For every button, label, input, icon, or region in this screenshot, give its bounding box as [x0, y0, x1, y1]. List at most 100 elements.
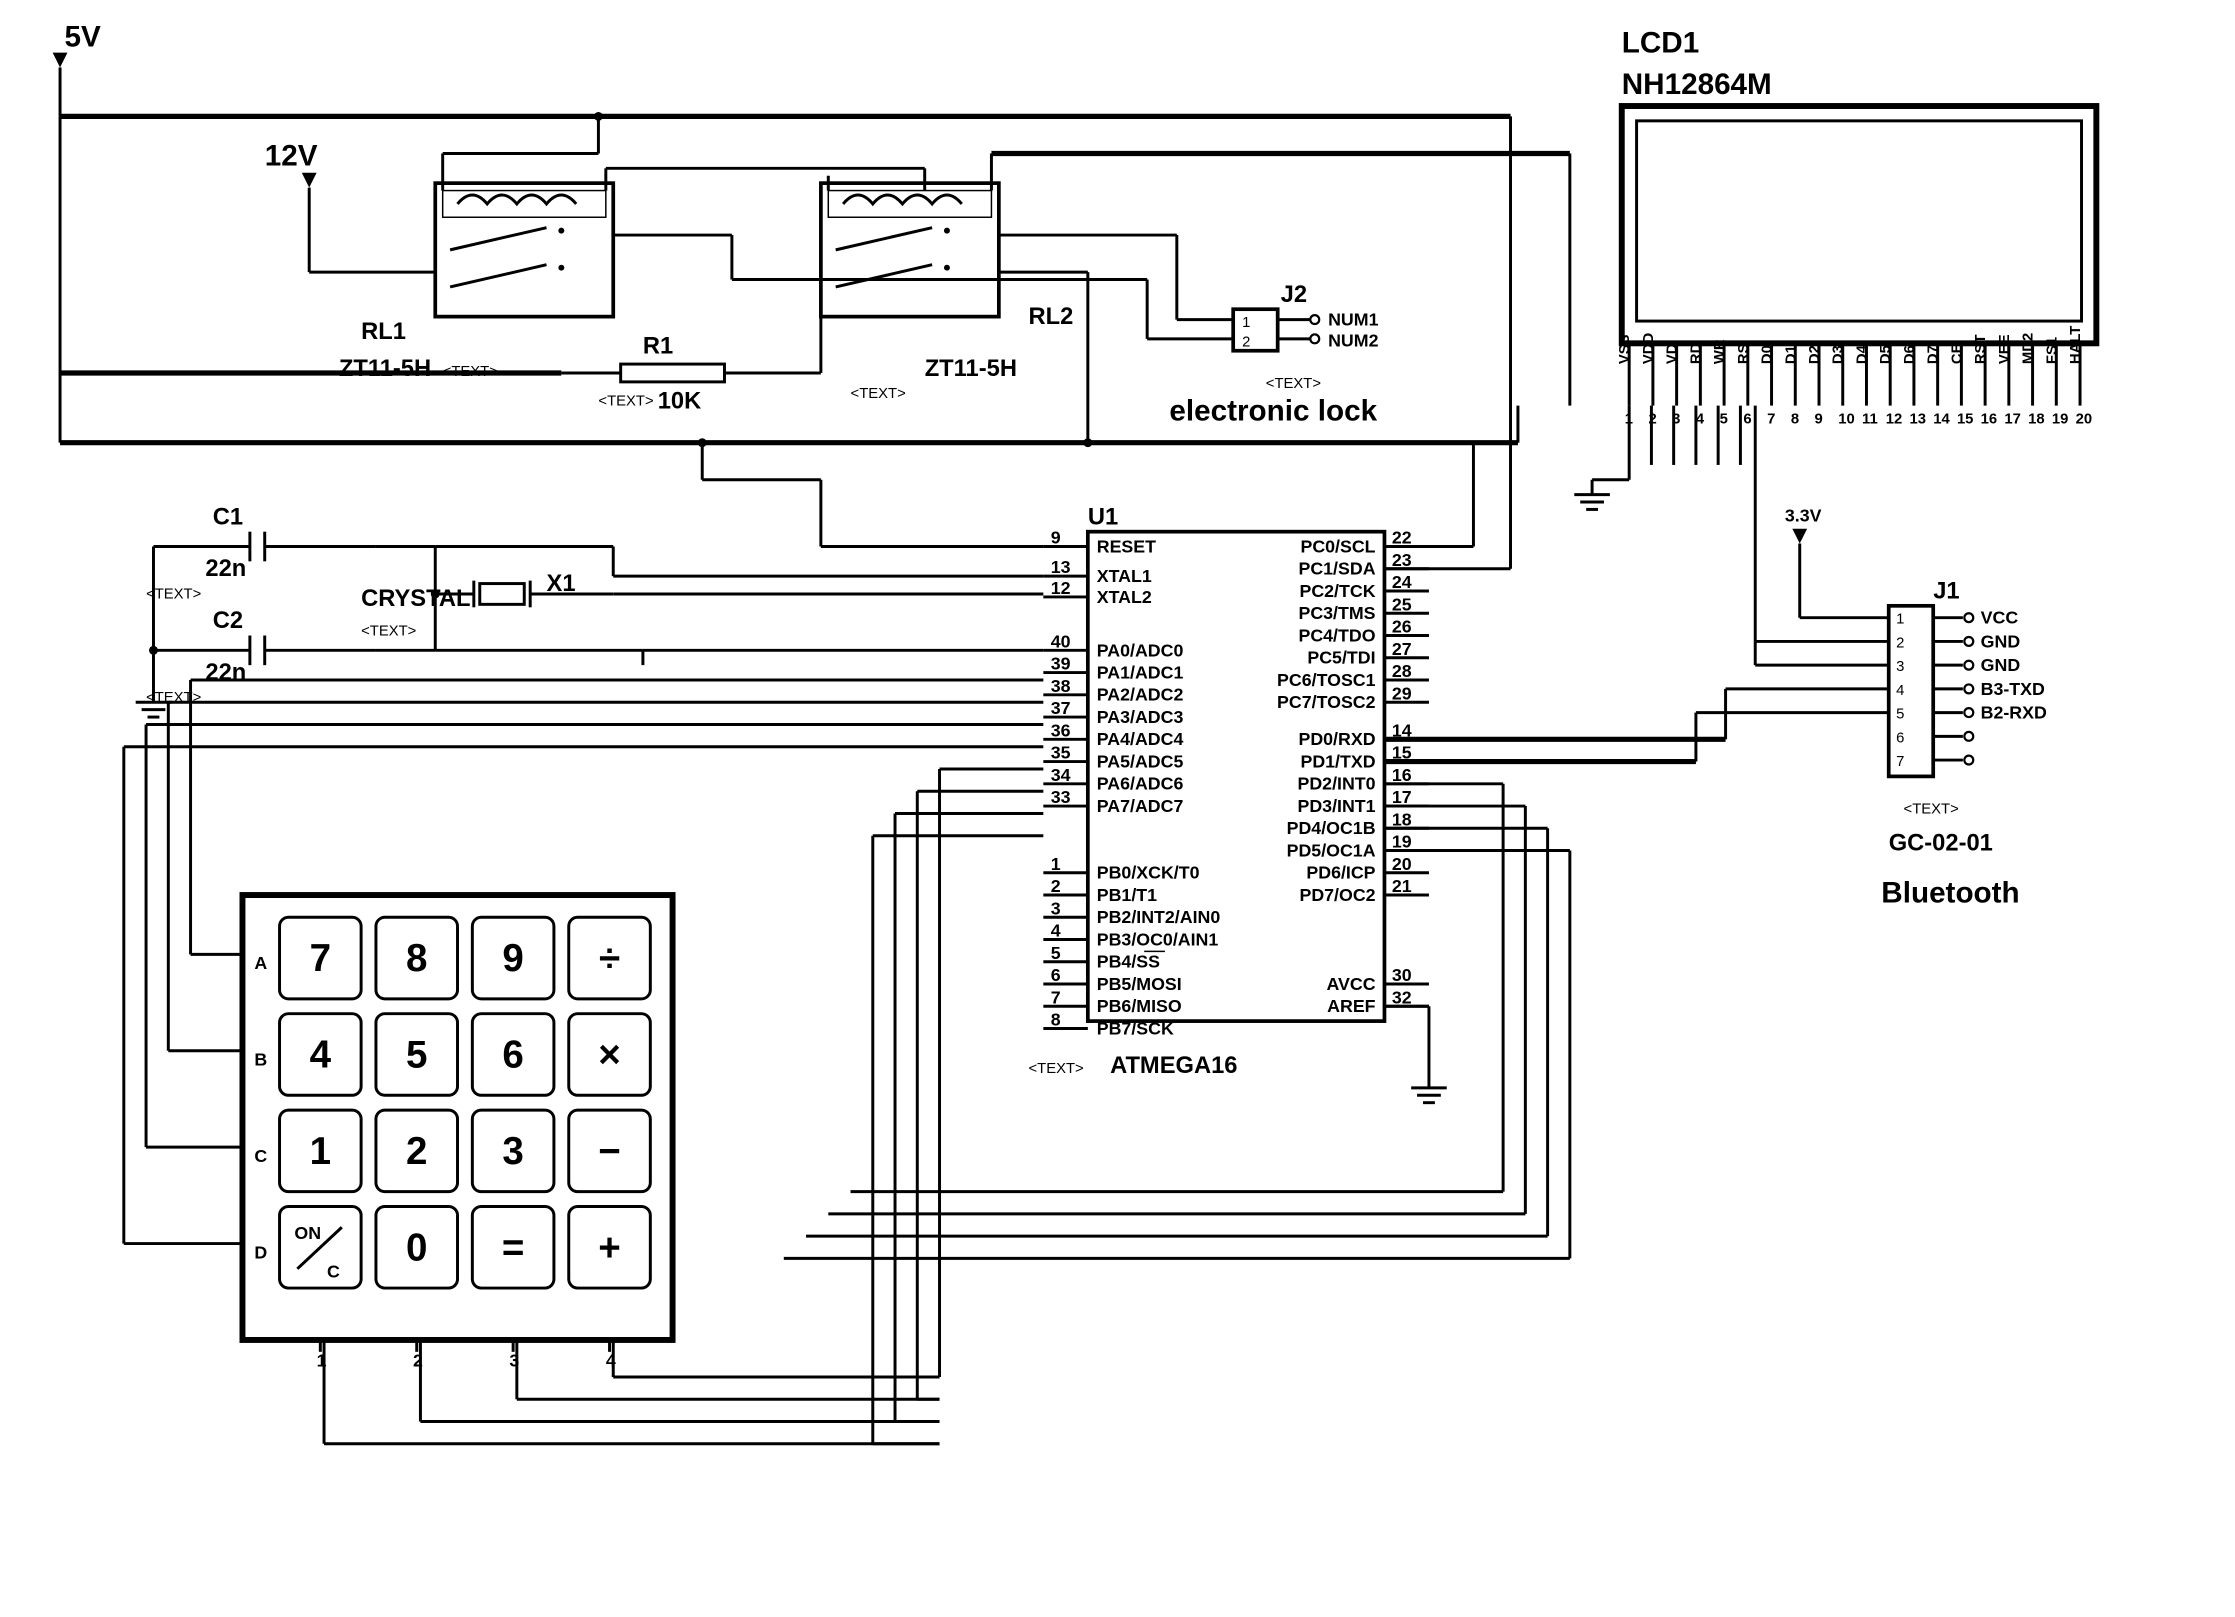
svg-text:2: 2 — [1051, 876, 1061, 896]
svg-text:VDD: VDD — [1641, 332, 1657, 364]
keypad: 789÷456×123−ONC0=+ A B C D 1 2 3 4 — [242, 895, 672, 1371]
svg-text:8: 8 — [406, 937, 427, 980]
svg-text:D0: D0 — [1760, 345, 1776, 364]
svg-text:PC1/SDA: PC1/SDA — [1298, 559, 1375, 579]
svg-text:VD: VD — [1665, 343, 1681, 364]
svg-text:23: 23 — [1392, 550, 1412, 570]
svg-text:WR: WR — [1712, 339, 1728, 364]
svg-text:22n: 22n — [205, 660, 246, 686]
svg-text:9: 9 — [1051, 528, 1061, 548]
svg-text:24: 24 — [1392, 572, 1412, 592]
svg-text:PC7/TOSC2: PC7/TOSC2 — [1277, 692, 1376, 712]
svg-text:6: 6 — [1051, 965, 1061, 985]
svg-text:3: 3 — [1051, 898, 1061, 918]
svg-text:PD0/RXD: PD0/RXD — [1298, 729, 1375, 749]
relay-rl2: RL2 ZT11-5H <TEXT> — [821, 183, 1073, 402]
svg-text:9: 9 — [1815, 411, 1823, 427]
svg-text:12V: 12V — [265, 139, 318, 172]
svg-text:D2: D2 — [1807, 345, 1823, 364]
svg-text:5: 5 — [1051, 943, 1061, 963]
svg-text:PD2/INT0: PD2/INT0 — [1297, 774, 1375, 794]
svg-text:10K: 10K — [658, 389, 702, 415]
svg-text:<TEXT>: <TEXT> — [598, 394, 653, 410]
svg-text:B3-TXD: B3-TXD — [1981, 679, 2045, 699]
power-3v3: 3.3V — [1785, 505, 1889, 617]
svg-text:HALT: HALT — [2068, 326, 2084, 364]
svg-text:<TEXT>: <TEXT> — [1904, 801, 1959, 817]
svg-text:20: 20 — [1392, 854, 1412, 874]
svg-text:PA5/ADC5: PA5/ADC5 — [1097, 751, 1184, 771]
svg-text:GND: GND — [1981, 655, 2021, 675]
svg-text:15: 15 — [1957, 411, 1973, 427]
svg-text:PD7/OC2: PD7/OC2 — [1299, 885, 1375, 905]
svg-text:AREF: AREF — [1327, 996, 1376, 1016]
svg-text:PC0/SCL: PC0/SCL — [1300, 536, 1375, 556]
svg-text:AVCC: AVCC — [1326, 974, 1375, 994]
svg-text:12: 12 — [1886, 411, 1902, 427]
svg-text:19: 19 — [2052, 411, 2068, 427]
svg-text:PC2/TCK: PC2/TCK — [1299, 581, 1375, 601]
svg-text:ZT11-5H: ZT11-5H — [925, 356, 1017, 382]
svg-text:+: + — [598, 1226, 621, 1269]
svg-text:PA2/ADC2: PA2/ADC2 — [1097, 685, 1184, 705]
svg-text:5: 5 — [1720, 411, 1728, 427]
schematic-canvas: 5V 12V RL1 ZT11-5H <TEXT> R1 <TEXT> 10K — [20, 20, 2215, 1592]
svg-text:8: 8 — [1051, 1010, 1061, 1030]
svg-text:U1: U1 — [1088, 504, 1118, 530]
svg-text:PD4/OC1B: PD4/OC1B — [1287, 818, 1376, 838]
svg-text:PB1/T1: PB1/T1 — [1097, 885, 1157, 905]
svg-text:18: 18 — [1392, 809, 1412, 829]
svg-text:34: 34 — [1051, 765, 1071, 785]
lcd-display: LCD1 NH12864M — [1622, 27, 2097, 344]
svg-text:D3: D3 — [1831, 345, 1847, 364]
svg-text:18: 18 — [2028, 411, 2044, 427]
svg-text:PA3/ADC3: PA3/ADC3 — [1097, 707, 1184, 727]
svg-text:LCD1: LCD1 — [1622, 27, 1699, 60]
svg-text:VSS: VSS — [1617, 334, 1633, 364]
svg-text:NUM2: NUM2 — [1328, 330, 1378, 350]
svg-text:GND: GND — [1981, 631, 2021, 651]
svg-text:40: 40 — [1051, 631, 1071, 651]
svg-text:Bluetooth: Bluetooth — [1881, 876, 2019, 909]
svg-text:1: 1 — [1051, 854, 1061, 874]
svg-text:9: 9 — [502, 937, 523, 980]
svg-text:D1: D1 — [1783, 345, 1799, 364]
svg-text:PB7/SCK: PB7/SCK — [1097, 1018, 1174, 1038]
crystal-x1: CRYSTAL X1 <TEXT> — [361, 547, 1043, 651]
svg-text:28: 28 — [1392, 661, 1412, 681]
connector-j2: J2 1 2 NUM1 NUM2 <TEXT> electronic lock — [1169, 282, 1378, 428]
svg-text:ATMEGA16: ATMEGA16 — [1110, 1053, 1237, 1079]
svg-text:CRYSTAL: CRYSTAL — [361, 586, 470, 612]
svg-text:C: C — [327, 1262, 340, 1282]
svg-text:0: 0 — [406, 1226, 427, 1269]
svg-text:=: = — [502, 1226, 525, 1269]
svg-text:PA6/ADC6: PA6/ADC6 — [1097, 774, 1184, 794]
svg-text:5: 5 — [406, 1034, 427, 1077]
svg-text:4: 4 — [1051, 921, 1061, 941]
svg-text:ZT11-5H: ZT11-5H — [339, 356, 431, 382]
svg-text:VEE: VEE — [1997, 334, 2013, 364]
svg-text:PC4/TDO: PC4/TDO — [1298, 625, 1375, 645]
svg-text:6: 6 — [502, 1034, 523, 1077]
power-5v: 5V — [53, 21, 1511, 117]
cap-c2: C2 22n <TEXT> — [146, 608, 376, 706]
svg-text:GC-02-01: GC-02-01 — [1889, 831, 1993, 857]
svg-text:×: × — [598, 1034, 621, 1077]
svg-text:PB6/MISO: PB6/MISO — [1097, 996, 1182, 1016]
svg-text:PD5/OC1A: PD5/OC1A — [1287, 840, 1376, 860]
resistor-r1: R1 <TEXT> 10K — [561, 334, 724, 415]
svg-text:RL1: RL1 — [361, 319, 406, 345]
svg-text:D: D — [254, 1242, 267, 1262]
svg-text:7: 7 — [310, 937, 331, 980]
svg-text:C2: C2 — [213, 608, 243, 634]
svg-text:13: 13 — [1909, 411, 1926, 427]
svg-text:22: 22 — [1392, 528, 1412, 548]
svg-text:PB0/XCK/T0: PB0/XCK/T0 — [1097, 863, 1200, 883]
svg-text:6: 6 — [1743, 411, 1751, 427]
svg-text:20: 20 — [2076, 411, 2093, 427]
svg-text:<TEXT>: <TEXT> — [361, 623, 416, 639]
svg-text:1: 1 — [310, 1130, 331, 1173]
svg-text:R1: R1 — [643, 334, 673, 360]
svg-text:J2: J2 — [1281, 282, 1307, 308]
svg-text:B: B — [254, 1050, 267, 1070]
